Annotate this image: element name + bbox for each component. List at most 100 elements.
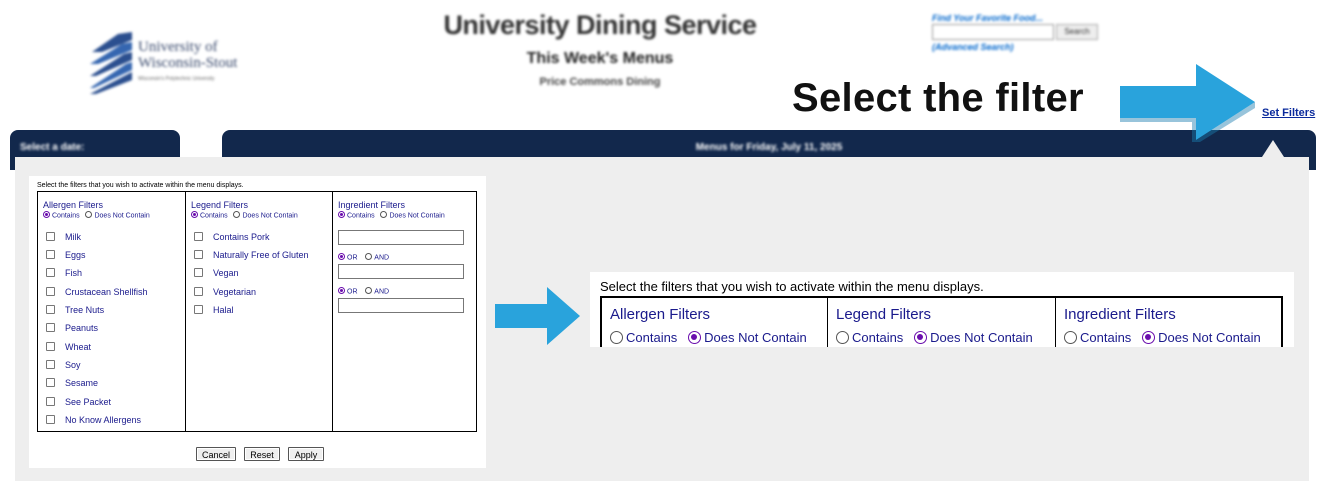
legend-item[interactable]: Contains Pork xyxy=(194,232,270,242)
legend-item[interactable]: Vegan xyxy=(194,268,239,278)
allergen-item[interactable]: See Packet xyxy=(46,397,111,407)
ingredient-filters-column: Ingredient Filters Contains Does Not Con… xyxy=(333,192,476,431)
zoom-instructions: Select the filters that you wish to acti… xyxy=(600,279,984,294)
allergen-item[interactable]: Sesame xyxy=(46,378,98,388)
allergen-item[interactable]: Fish xyxy=(46,268,82,278)
allergen-label: No Know Allergens xyxy=(65,415,142,425)
allergen-label: Soy xyxy=(65,360,81,370)
logo-line-1: University of xyxy=(138,39,218,55)
zoom-ingredient-contains-label: Contains xyxy=(1080,330,1132,345)
allergen-contains-radio[interactable] xyxy=(43,211,50,218)
ingredient-input-3[interactable] xyxy=(338,298,464,313)
legend-checkbox[interactable] xyxy=(194,305,203,315)
allergen-item[interactable]: Crustacean Shellfish xyxy=(46,287,148,297)
filter-instructions: Select the filters that you wish to acti… xyxy=(37,182,244,189)
ingredient-contains-radio[interactable] xyxy=(338,211,345,218)
allergen-not-contains-radio[interactable] xyxy=(85,211,93,218)
allergen-item[interactable]: No Know Allergens xyxy=(46,415,141,425)
allergen-label: Eggs xyxy=(65,250,86,260)
allergen-item[interactable]: Peanuts xyxy=(46,323,98,333)
allergen-item[interactable]: Tree Nuts xyxy=(46,305,104,315)
allergen-label: Milk xyxy=(65,232,81,242)
allergen-not-contains-label: Does Not Contain xyxy=(94,212,150,220)
allergen-checkbox[interactable] xyxy=(46,250,55,260)
and-label: AND xyxy=(374,254,390,262)
allergen-label: Crustacean Shellfish xyxy=(65,287,148,297)
legend-item[interactable]: Halal xyxy=(194,305,234,315)
allergen-checkbox[interactable] xyxy=(46,342,55,352)
allergen-checkbox[interactable] xyxy=(46,415,55,425)
zoom-ingredient-column: Ingredient Filters Contains Does Not Con… xyxy=(1056,298,1282,347)
arrow-right-icon xyxy=(495,287,580,345)
or-radio[interactable] xyxy=(338,287,345,294)
find-food-label: Find Your Favorite Food... xyxy=(932,13,1044,23)
zoom-legend-column: Legend Filters Contains Does Not Contain xyxy=(828,298,1056,347)
zoom-allergen-contains-radio[interactable] xyxy=(610,331,623,345)
zoom-legend-not-contains-radio[interactable] xyxy=(914,331,928,345)
ingredient-input-1[interactable] xyxy=(338,230,464,245)
allergen-checkbox[interactable] xyxy=(46,360,55,370)
legend-checkbox[interactable] xyxy=(194,250,203,260)
allergen-checkbox[interactable] xyxy=(46,305,55,315)
site-title: University Dining Service xyxy=(443,10,757,40)
allergen-item[interactable]: Wheat xyxy=(46,342,91,352)
and-radio[interactable] xyxy=(365,287,373,294)
zoom-allergen-not-contains-radio[interactable] xyxy=(688,331,702,345)
ingredient-filters-heading: Ingredient Filters xyxy=(338,200,406,210)
legend-mode-radios: Contains Does Not Contain xyxy=(191,211,298,219)
zoom-legend-radios: Contains Does Not Contain xyxy=(836,330,1033,345)
legend-label: Vegetarian xyxy=(213,287,257,297)
legend-checkbox[interactable] xyxy=(194,268,203,278)
reset-button[interactable]: Reset xyxy=(244,447,280,461)
arrow-right-icon xyxy=(1120,64,1255,142)
legend-checkbox[interactable] xyxy=(194,232,203,242)
zoom-legend-not-contains-label: Does Not Contain xyxy=(930,330,1033,345)
search-button[interactable]: Search xyxy=(1056,24,1098,40)
food-search-input[interactable] xyxy=(932,24,1054,40)
zoom-filter-table: Allergen Filters Contains Does Not Conta… xyxy=(600,296,1283,347)
callout-text: Select the filter xyxy=(792,76,1084,120)
allergen-contains-label: Contains xyxy=(52,212,80,220)
allergen-checkbox[interactable] xyxy=(46,323,55,333)
zoom-allergen-heading: Allergen Filters xyxy=(610,306,711,323)
menu-date-title: Menus for Friday, July 11, 2025 xyxy=(695,142,843,153)
allergen-checkbox[interactable] xyxy=(46,397,55,407)
ingredient-contains-label: Contains xyxy=(347,212,375,220)
allergen-item[interactable]: Soy xyxy=(46,360,81,370)
legend-not-contains-radio[interactable] xyxy=(233,211,241,218)
allergen-checkbox[interactable] xyxy=(46,287,55,297)
legend-label: Vegan xyxy=(213,268,239,278)
legend-checkbox[interactable] xyxy=(194,287,203,297)
filter-dialog: Select the filters that you wish to acti… xyxy=(29,176,486,468)
ingredient-mode-radios: Contains Does Not Contain xyxy=(338,211,445,220)
zoom-ingredient-not-contains-radio[interactable] xyxy=(1142,331,1156,345)
cancel-button[interactable]: Cancel xyxy=(196,447,236,461)
allergen-checkbox[interactable] xyxy=(46,268,55,278)
allergen-item[interactable]: Eggs xyxy=(46,250,86,260)
apply-button[interactable]: Apply xyxy=(288,447,324,461)
ingredient-logic-radios-2: OR AND xyxy=(338,287,390,296)
ingredient-not-contains-radio[interactable] xyxy=(380,211,388,218)
allergen-item[interactable]: Milk xyxy=(46,232,81,242)
allergen-checkbox[interactable] xyxy=(46,378,55,388)
ingredient-input-2[interactable] xyxy=(338,264,464,279)
zoom-ingredient-radios: Contains Does Not Contain xyxy=(1064,330,1261,345)
allergen-checkbox[interactable] xyxy=(46,232,55,242)
dining-location: Price Commons Dining xyxy=(539,76,661,88)
allergen-label: Tree Nuts xyxy=(65,305,105,315)
legend-item[interactable]: Vegetarian xyxy=(194,287,256,297)
zoom-legend-contains-radio[interactable] xyxy=(836,331,849,345)
and-label: AND xyxy=(374,288,390,296)
or-label: OR xyxy=(347,254,358,262)
legend-label: Naturally Free of Gluten xyxy=(213,250,309,260)
legend-item[interactable]: Naturally Free of Gluten xyxy=(194,250,309,260)
advanced-search-link[interactable]: (Advanced Search) xyxy=(932,42,1014,52)
set-filters-link[interactable]: Set Filters xyxy=(1262,107,1315,119)
legend-contains-radio[interactable] xyxy=(191,211,198,218)
and-radio[interactable] xyxy=(365,253,373,260)
or-label: OR xyxy=(347,288,358,296)
zoom-ingredient-heading: Ingredient Filters xyxy=(1064,306,1176,323)
university-logo[interactable]: University of Wisconsin-Stout Wisconsin'… xyxy=(88,32,278,96)
or-radio[interactable] xyxy=(338,253,345,260)
zoom-ingredient-contains-radio[interactable] xyxy=(1064,331,1077,345)
